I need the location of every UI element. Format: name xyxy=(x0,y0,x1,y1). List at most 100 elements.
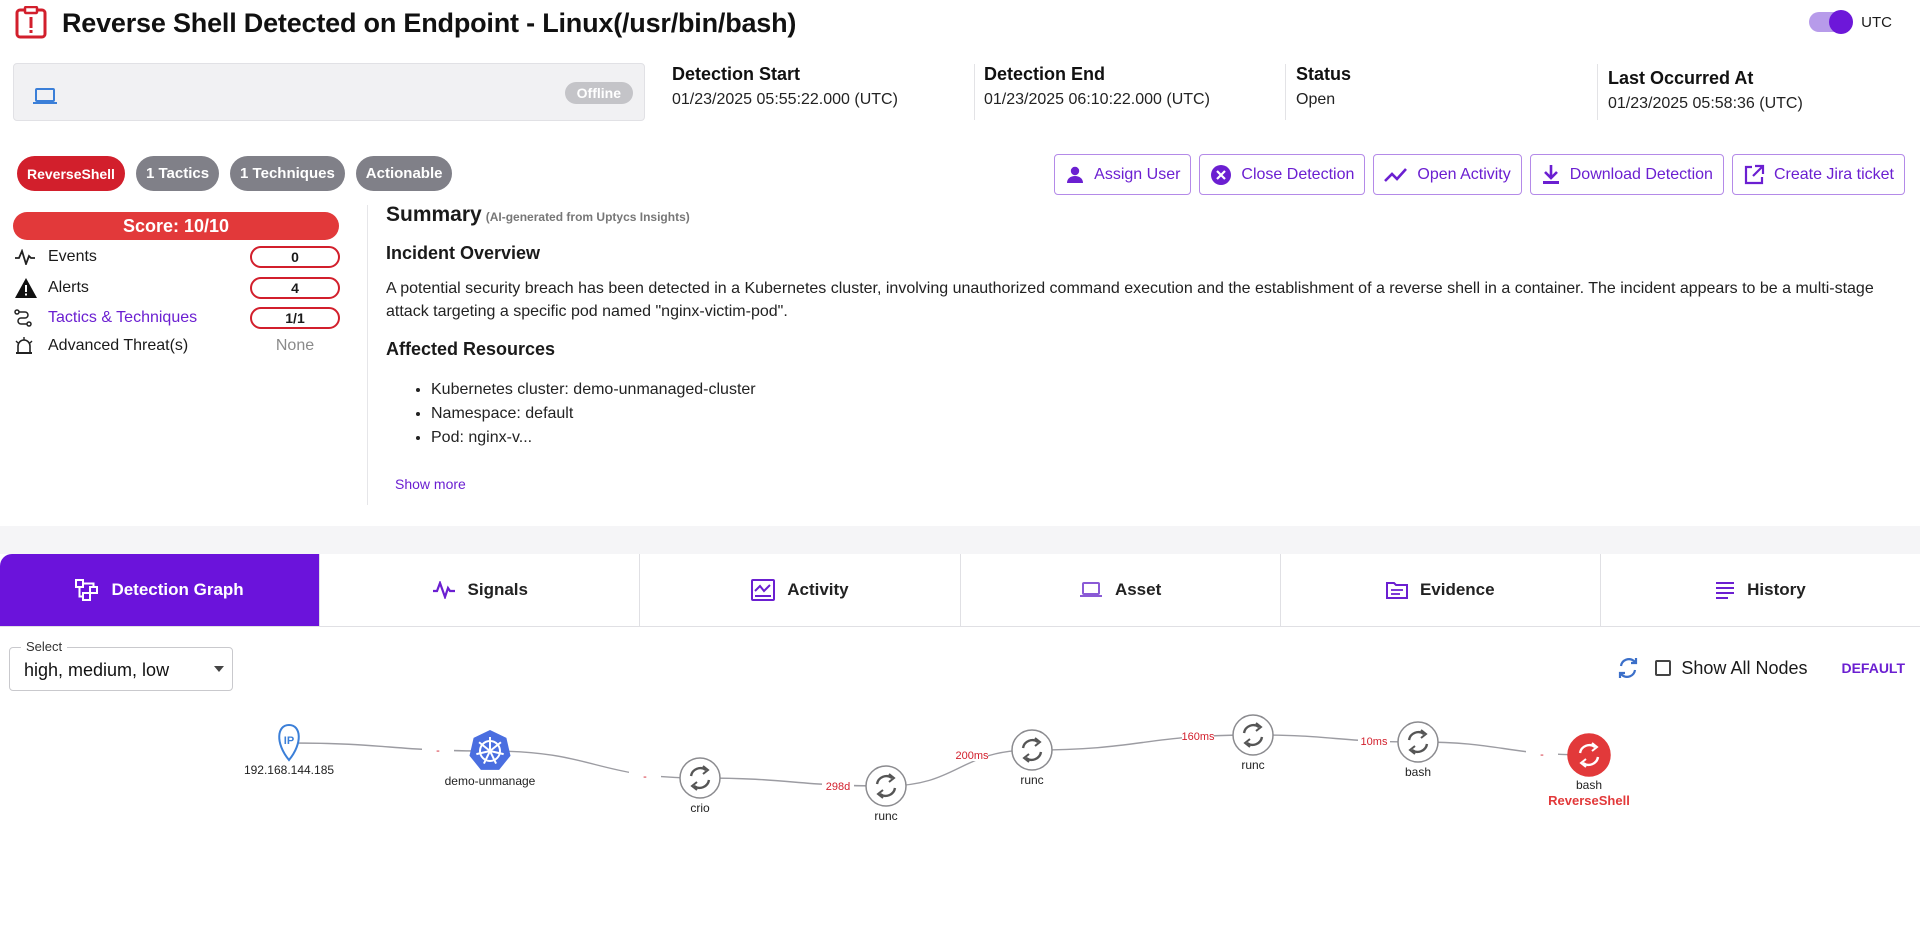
route-icon xyxy=(14,307,40,329)
divider xyxy=(1597,64,1598,120)
node-label: runc xyxy=(874,809,897,823)
tab-evidence[interactable]: Evidence xyxy=(1280,554,1601,626)
close-circle-icon xyxy=(1211,164,1232,185)
tab-bar: Detection Graph Signals Activity Asset E… xyxy=(0,554,1920,627)
severity-select[interactable]: Select high, medium, low xyxy=(9,639,233,691)
laptop-icon xyxy=(1079,582,1102,597)
default-layout-button[interactable]: DEFAULT xyxy=(1841,660,1905,676)
meta-value: 01/23/2025 05:58:36 (UTC) xyxy=(1608,95,1803,112)
list-icon xyxy=(1716,582,1735,599)
utc-toggle-switch[interactable] xyxy=(1809,10,1854,34)
tag-reverseshell[interactable]: ReverseShell xyxy=(17,156,125,191)
button-label: Create Jira ticket xyxy=(1773,165,1894,183)
node-label: runc xyxy=(1241,758,1264,772)
laptop-icon xyxy=(33,88,57,104)
graph-node-k8s[interactable]: demo-unmanage xyxy=(445,730,536,788)
divider xyxy=(1285,64,1286,120)
button-label: Assign User xyxy=(1094,165,1181,183)
activity-chart-icon xyxy=(751,579,776,601)
resources-heading: Affected Resources xyxy=(386,339,556,359)
select-legend: Select xyxy=(21,639,68,654)
asset-card[interactable]: Offline xyxy=(13,63,645,121)
tab-label: Asset xyxy=(1114,580,1162,599)
tab-activity[interactable]: Activity xyxy=(640,554,961,626)
pulse-icon xyxy=(14,246,40,268)
section-separator xyxy=(0,526,1920,554)
graph-node-bash1[interactable]: bash xyxy=(1397,721,1439,779)
overview-text: A potential security breach has been det… xyxy=(386,280,1874,320)
graph-node-runc2[interactable]: runc xyxy=(1011,729,1053,787)
stat-value[interactable]: 0 xyxy=(250,246,340,268)
tab-label: Signals xyxy=(467,580,528,599)
close-detection-button[interactable]: Close Detection xyxy=(1199,154,1366,195)
edge-label: - xyxy=(436,745,440,757)
meta-label: Detection Start xyxy=(672,64,801,84)
tag-techniques[interactable]: 1 Techniques xyxy=(230,156,345,191)
button-label: Open Activity xyxy=(1417,165,1511,183)
node-label: bash xyxy=(1576,778,1602,792)
tab-label: Detection Graph xyxy=(111,580,244,599)
graph-node-runc3[interactable]: runc xyxy=(1232,714,1274,772)
utc-label: UTC xyxy=(1861,13,1892,31)
edge-label: - xyxy=(1540,749,1544,761)
page-header: Reverse Shell Detected on Endpoint - Lin… xyxy=(14,6,796,40)
divider xyxy=(367,205,368,505)
graph-node-ip[interactable]: IP 192.168.144.185 xyxy=(244,723,334,777)
process-icon xyxy=(1567,733,1611,777)
show-more-link[interactable]: Show more xyxy=(395,476,466,492)
node-label: runc xyxy=(1020,773,1043,787)
node-label: demo-unmanage xyxy=(445,774,536,788)
tab-signals[interactable]: Signals xyxy=(320,554,641,626)
stat-tactics: Tactics & Techniques 1/1 xyxy=(14,306,340,330)
meta-label: Detection End xyxy=(984,64,1106,84)
stat-name: Alerts xyxy=(48,279,89,296)
stat-name: Advanced Threat(s) xyxy=(48,337,189,354)
tab-asset[interactable]: Asset xyxy=(960,554,1281,626)
graph-icon xyxy=(75,579,99,601)
process-icon xyxy=(865,765,907,807)
tag-actionable[interactable]: Actionable xyxy=(355,156,453,191)
button-label: Download Detection xyxy=(1569,165,1713,183)
summary-panel: Summary (AI-generated from Uptycs Insight… xyxy=(386,203,1886,450)
graph-edge xyxy=(1252,734,1419,743)
graph-node-runc1[interactable]: runc xyxy=(865,765,907,823)
last-occurred: Last Occurred At 01/23/2025 05:58:36 (UT… xyxy=(1608,68,1803,113)
assign-user-button[interactable]: Assign User xyxy=(1054,154,1192,195)
alert-icon xyxy=(15,6,47,39)
stat-value[interactable]: 1/1 xyxy=(250,307,340,329)
graph-node-crio[interactable]: crio xyxy=(679,757,721,815)
process-icon xyxy=(1397,721,1439,763)
overview-heading: Incident Overview xyxy=(386,243,541,263)
detection-status: Status Open xyxy=(1296,64,1351,109)
select-value: high, medium, low xyxy=(24,660,170,680)
create-jira-button[interactable]: Create Jira ticket xyxy=(1731,154,1905,195)
tactics-techniques-link[interactable]: Tactics & Techniques xyxy=(48,309,250,327)
tab-detection-graph[interactable]: Detection Graph xyxy=(0,554,321,626)
node-label: crio xyxy=(690,801,710,815)
edge-label: 200ms xyxy=(955,750,989,762)
graph-edge xyxy=(1031,734,1254,751)
graph-node-bash2[interactable]: bashReverseShell xyxy=(1548,733,1630,808)
stat-threats: Advanced Threat(s) None xyxy=(14,334,340,358)
list-item: Kubernetes cluster: demo-unmanaged-clust… xyxy=(431,378,1886,402)
refresh-icon[interactable] xyxy=(1617,656,1639,680)
action-bar: Assign User Close Detection Open Activit… xyxy=(1054,154,1905,195)
stat-value: None xyxy=(275,337,315,354)
process-icon xyxy=(679,757,721,799)
stat-value[interactable]: 4 xyxy=(250,277,340,299)
resource-list: Kubernetes cluster: demo-unmanaged-clust… xyxy=(431,378,1886,450)
show-all-nodes-label: Show All Nodes xyxy=(1681,657,1808,678)
list-item: Namespace: default xyxy=(431,402,1886,426)
edge-label: 160ms xyxy=(1181,731,1215,743)
download-detection-button[interactable]: Download Detection xyxy=(1529,154,1724,195)
page-title: Reverse Shell Detected on Endpoint - Lin… xyxy=(62,7,797,38)
utc-toggle[interactable]: UTC xyxy=(1809,10,1892,34)
tag-tactics[interactable]: 1 Tactics xyxy=(135,156,220,191)
divider xyxy=(974,64,975,120)
tag-list: ReverseShell 1 Tactics 1 Techniques Acti… xyxy=(17,156,453,191)
stat-name: Events xyxy=(48,248,97,265)
tab-history[interactable]: History xyxy=(1600,554,1920,626)
button-label: Close Detection xyxy=(1241,165,1355,183)
show-all-nodes-checkbox[interactable] xyxy=(1655,660,1672,676)
open-activity-button[interactable]: Open Activity xyxy=(1373,154,1522,195)
